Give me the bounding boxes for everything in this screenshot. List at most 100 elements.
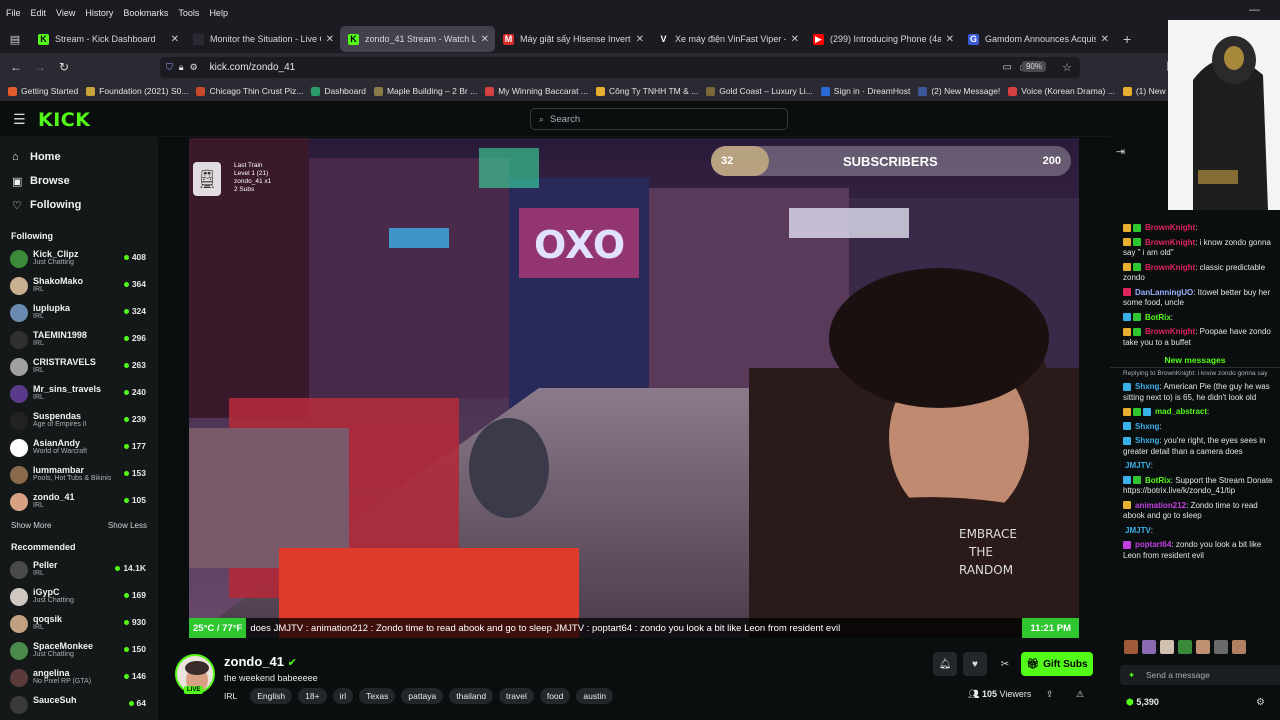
bookmark-item[interactable]: Getting Started bbox=[8, 86, 78, 96]
chat-message-input[interactable]: ✦ Send a message bbox=[1120, 665, 1280, 685]
sidebar-channel[interactable]: qoqsik IRL 930 bbox=[0, 610, 158, 637]
show-less-button[interactable]: Show Less bbox=[108, 521, 147, 530]
sidebar-channel[interactable]: SpaceMonkee Just Chatting 150 bbox=[0, 637, 158, 664]
new-tab-button[interactable]: + bbox=[1123, 31, 1131, 47]
emote-icon[interactable] bbox=[1178, 640, 1192, 654]
chat-username[interactable]: BotRix bbox=[1145, 476, 1171, 485]
chat-username[interactable]: poptart64 bbox=[1135, 540, 1171, 549]
stream-tag[interactable]: pattaya bbox=[401, 688, 444, 704]
browser-tab[interactable]: M Máy giặt sấy Hisense Inverter W ✕ bbox=[495, 26, 650, 52]
bookmark-item[interactable]: (2) New Message! bbox=[918, 86, 1000, 96]
tab-list-icon[interactable]: ▤ bbox=[0, 33, 30, 46]
sidebar-channel[interactable]: zondo_41 IRL 105 bbox=[0, 488, 158, 515]
tab-close-icon[interactable]: ✕ bbox=[326, 34, 334, 45]
bookmark-star-icon[interactable]: ☆ bbox=[1062, 61, 1072, 74]
video-player[interactable]: OXO EMBRACE THE RANDOM 🚆︎ Last Train Lev… bbox=[189, 138, 1079, 638]
stream-tag[interactable]: thailand bbox=[449, 688, 494, 704]
stream-tag[interactable]: travel bbox=[499, 688, 534, 704]
browser-tab[interactable]: Monitor the Situation - Live Gl ✕ bbox=[185, 26, 340, 52]
chat-username[interactable]: BrownKnight bbox=[1145, 263, 1195, 272]
stream-tag[interactable]: food bbox=[539, 688, 571, 704]
sidebar-channel[interactable]: CRISTRAVELS IRL 263 bbox=[0, 353, 158, 380]
chat-username[interactable]: mad_abstract bbox=[1155, 407, 1207, 416]
bookmark-item[interactable]: Chicago Thin Crust Piz... bbox=[196, 86, 303, 96]
tab-close-icon[interactable]: ✕ bbox=[171, 34, 179, 45]
channel-points[interactable]: ⬢ 5,390 bbox=[1126, 697, 1159, 708]
chat-username[interactable]: BrownKnight bbox=[1145, 223, 1195, 232]
menu-view[interactable]: View bbox=[52, 8, 79, 18]
collapse-chat-icon[interactable]: ⇥ bbox=[1116, 145, 1125, 158]
chat-username[interactable]: BotRix bbox=[1145, 313, 1171, 322]
stream-tag[interactable]: IRL bbox=[224, 688, 244, 704]
sidebar-channel[interactable]: angelina No Pixel RP (GTA) 146 bbox=[0, 664, 158, 691]
bookmark-item[interactable]: Voice (Korean Drama) ... bbox=[1008, 86, 1115, 96]
tab-close-icon[interactable]: ✕ bbox=[791, 34, 799, 45]
chat-username[interactable]: DanLanningUO bbox=[1135, 288, 1193, 297]
url-text[interactable]: kick.com/zondo_41 bbox=[210, 62, 296, 73]
gift-subs-button[interactable]: 🎁︎ Gift Subs bbox=[1021, 652, 1093, 676]
emote-icon[interactable] bbox=[1142, 640, 1156, 654]
sidebar-channel[interactable]: lummambar Pools, Hot Tubs & Bikinis 153 bbox=[0, 461, 158, 488]
permissions-icon[interactable]: ⚙ bbox=[190, 62, 198, 73]
url-bar[interactable]: ⛉ 🔒︎ ⚙ kick.com/zondo_41 ▭ ⎙ 90% ☆ bbox=[160, 57, 1080, 78]
sidebar-nav-browse[interactable]: ▣ Browse bbox=[0, 169, 158, 193]
menu-edit[interactable]: Edit bbox=[27, 8, 51, 18]
chat-username[interactable]: JMJTV bbox=[1125, 526, 1151, 535]
sidebar-channel[interactable]: Mr_sins_travels IRL 240 bbox=[0, 380, 158, 407]
tab-close-icon[interactable]: ✕ bbox=[481, 34, 489, 45]
reload-icon[interactable]: ↻ bbox=[52, 60, 76, 74]
bookmark-item[interactable]: Gold Coast – Luxury Li... bbox=[706, 86, 813, 96]
sidebar-channel[interactable]: AsianAndy World of Warcraft 177 bbox=[0, 434, 158, 461]
reader-view-icon[interactable]: ▭ bbox=[1003, 62, 1012, 73]
notifications-bell-icon[interactable]: 🔔︎ bbox=[933, 652, 957, 676]
chat-username[interactable]: Shxng bbox=[1135, 436, 1159, 445]
bookmark-item[interactable]: Sign in · DreamHost bbox=[820, 86, 910, 96]
lock-icon[interactable]: 🔒︎ bbox=[179, 62, 184, 73]
sidebar-nav-following[interactable]: ♡ Following bbox=[0, 193, 158, 217]
sidebar-channel[interactable]: ShakoMako IRL 364 bbox=[0, 272, 158, 299]
menu-help[interactable]: Help bbox=[205, 8, 232, 18]
bookmark-item[interactable]: My Winning Baccarat ... bbox=[485, 86, 588, 96]
chat-username[interactable]: animation212 bbox=[1135, 501, 1186, 510]
emote-icon[interactable] bbox=[1232, 640, 1246, 654]
sidebar-channel[interactable]: iGypC Just Chatting 169 bbox=[0, 583, 158, 610]
emote-picker-icon[interactable]: ✦ bbox=[1128, 670, 1135, 681]
window-minimize-button[interactable]: — bbox=[1249, 4, 1260, 16]
clip-icon[interactable]: ✂ bbox=[993, 652, 1017, 676]
bookmark-item[interactable]: Công Ty TNHH TM & ... bbox=[595, 86, 698, 96]
channel-name[interactable]: zondo_41 ✔ bbox=[224, 654, 297, 669]
sidebar-channel[interactable]: luplupka IRL 324 bbox=[0, 299, 158, 326]
menu-file[interactable]: File bbox=[2, 8, 25, 18]
emote-icon[interactable] bbox=[1124, 640, 1138, 654]
forward-icon[interactable]: → bbox=[28, 60, 52, 74]
stream-tag[interactable]: austin bbox=[576, 688, 614, 704]
tab-close-icon[interactable]: ✕ bbox=[636, 34, 644, 45]
emote-icon[interactable] bbox=[1196, 640, 1210, 654]
menu-icon[interactable]: ☰ bbox=[13, 111, 26, 128]
back-icon[interactable]: ← bbox=[4, 60, 28, 74]
emote-icon[interactable] bbox=[1160, 640, 1174, 654]
menu-tools[interactable]: Tools bbox=[174, 8, 203, 18]
report-icon[interactable]: ⚠ bbox=[1076, 689, 1084, 700]
browser-tab[interactable]: Kzondo_41 Stream - Watch L ✕ bbox=[340, 26, 495, 52]
chat-username[interactable]: JMJTV bbox=[1125, 461, 1151, 470]
chat-username[interactable]: Shxng bbox=[1135, 422, 1159, 431]
sidebar-channel[interactable]: Suspendas Age of Empires II 239 bbox=[0, 407, 158, 434]
chat-username[interactable]: Shxng bbox=[1135, 382, 1159, 391]
chat-username[interactable]: BrownKnight bbox=[1145, 238, 1195, 247]
browser-tab[interactable]: G Gamdom Announces Acquisitic ✕ bbox=[960, 26, 1115, 52]
tab-close-icon[interactable]: ✕ bbox=[946, 34, 954, 45]
show-more-button[interactable]: Show More bbox=[11, 521, 51, 530]
browser-tab[interactable]: K Stream - Kick Dashboard ✕ bbox=[30, 26, 185, 52]
sidebar-channel[interactable]: Peller IRL 14.1K bbox=[0, 556, 158, 583]
tab-close-icon[interactable]: ✕ bbox=[1101, 34, 1109, 45]
chat-username[interactable]: BrownKnight bbox=[1145, 327, 1195, 336]
bookmark-item[interactable]: Foundation (2021) S0... bbox=[86, 86, 188, 96]
sidebar-channel[interactable]: Kick_Clipz Just Chatting 408 bbox=[0, 245, 158, 272]
kick-logo[interactable]: KICK bbox=[38, 109, 90, 131]
stream-tag[interactable]: English bbox=[250, 688, 293, 704]
share-icon[interactable]: ⇪ bbox=[1046, 689, 1054, 700]
follow-heart-icon[interactable]: ♥ bbox=[963, 652, 987, 676]
zoom-level[interactable]: 90% bbox=[1021, 61, 1046, 72]
browser-tab[interactable]: V Xe máy điện VinFast Viper - Thế ✕ bbox=[650, 26, 805, 52]
